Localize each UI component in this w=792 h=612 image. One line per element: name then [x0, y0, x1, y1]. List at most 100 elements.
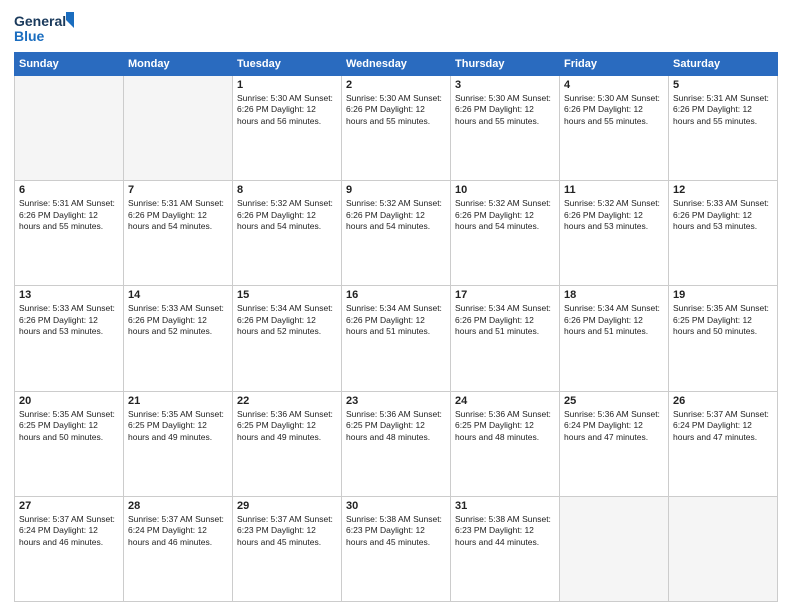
- day-detail: Sunrise: 5:37 AM Sunset: 6:24 PM Dayligh…: [673, 409, 773, 443]
- calendar-cell: 14 Sunrise: 5:33 AM Sunset: 6:26 PM Dayli…: [124, 286, 233, 391]
- day-detail: Sunrise: 5:32 AM Sunset: 6:26 PM Dayligh…: [346, 198, 446, 232]
- day-number: 14: [128, 289, 228, 301]
- calendar-table: SundayMondayTuesdayWednesdayThursdayFrid…: [14, 52, 778, 602]
- day-detail: Sunrise: 5:32 AM Sunset: 6:26 PM Dayligh…: [237, 198, 337, 232]
- calendar-cell: 3Sunrise: 5:30 AM Sunset: 6:26 PM Daylig…: [451, 76, 560, 181]
- day-number: 26: [673, 395, 773, 407]
- svg-text:Blue: Blue: [14, 28, 45, 44]
- calendar-cell: 2 Sunrise: 5:30 AM Sunset: 6:26 PM Daylig…: [342, 76, 451, 181]
- day-detail: Sunrise: 5:34 AM Sunset: 6:26 PM Dayligh…: [346, 303, 446, 337]
- calendar-cell: 13 Sunrise: 5:33 AM Sunset: 6:26 PM Dayli…: [15, 286, 124, 391]
- day-number: 30: [346, 500, 446, 512]
- day-number: 2: [346, 79, 446, 91]
- weekday-header-thursday: Thursday: [451, 53, 560, 76]
- day-number: 20: [19, 395, 119, 407]
- day-number: 3: [455, 79, 555, 91]
- day-detail: Sunrise: 5:32 AM Sunset: 6:26 PM Dayligh…: [455, 198, 555, 232]
- day-number: 18: [564, 289, 664, 301]
- calendar-body: 1Sunrise: 5:30 AM Sunset: 6:26 PM Daylig…: [15, 76, 778, 602]
- day-detail: Sunrise: 5:34 AM Sunset: 6:26 PM Dayligh…: [564, 303, 664, 337]
- calendar-cell: 4 Sunrise: 5:30 AM Sunset: 6:26 PM Daylig…: [560, 76, 669, 181]
- day-number: 16: [346, 289, 446, 301]
- day-number: 17: [455, 289, 555, 301]
- calendar-cell: [560, 496, 669, 601]
- day-number: 8: [237, 184, 337, 196]
- calendar-cell: 18 Sunrise: 5:34 AM Sunset: 6:26 PM Dayli…: [560, 286, 669, 391]
- day-number: 21: [128, 395, 228, 407]
- day-detail: Sunrise: 5:36 AM Sunset: 6:25 PM Dayligh…: [346, 409, 446, 443]
- calendar-header-row: SundayMondayTuesdayWednesdayThursdayFrid…: [15, 53, 778, 76]
- calendar-cell: 30Sunrise: 5:38 AM Sunset: 6:23 PM Dayli…: [342, 496, 451, 601]
- calendar-week-5: 27 Sunrise: 5:37 AM Sunset: 6:24 PM Dayli…: [15, 496, 778, 601]
- day-detail: Sunrise: 5:33 AM Sunset: 6:26 PM Dayligh…: [19, 303, 119, 337]
- day-number: 15: [237, 289, 337, 301]
- day-detail: Sunrise: 5:35 AM Sunset: 6:25 PM Dayligh…: [128, 409, 228, 443]
- weekday-header-tuesday: Tuesday: [233, 53, 342, 76]
- day-number: 9: [346, 184, 446, 196]
- day-number: 12: [673, 184, 773, 196]
- day-detail: Sunrise: 5:34 AM Sunset: 6:26 PM Dayligh…: [237, 303, 337, 337]
- calendar-cell: 8 Sunrise: 5:32 AM Sunset: 6:26 PM Daylig…: [233, 181, 342, 286]
- day-number: 5: [673, 79, 773, 91]
- calendar-cell: 9 Sunrise: 5:32 AM Sunset: 6:26 PM Daylig…: [342, 181, 451, 286]
- calendar-cell: [124, 76, 233, 181]
- day-detail: Sunrise: 5:30 AM Sunset: 6:26 PM Dayligh…: [346, 93, 446, 127]
- day-detail: Sunrise: 5:35 AM Sunset: 6:25 PM Dayligh…: [19, 409, 119, 443]
- calendar-cell: 5 Sunrise: 5:31 AM Sunset: 6:26 PM Daylig…: [669, 76, 778, 181]
- calendar-week-1: 1Sunrise: 5:30 AM Sunset: 6:26 PM Daylig…: [15, 76, 778, 181]
- calendar-cell: 17 Sunrise: 5:34 AM Sunset: 6:26 PM Dayli…: [451, 286, 560, 391]
- day-detail: Sunrise: 5:35 AM Sunset: 6:25 PM Dayligh…: [673, 303, 773, 337]
- day-number: 27: [19, 500, 119, 512]
- weekday-header-sunday: Sunday: [15, 53, 124, 76]
- day-detail: Sunrise: 5:37 AM Sunset: 6:24 PM Dayligh…: [128, 514, 228, 548]
- svg-text:General: General: [14, 13, 66, 29]
- calendar-cell: 20 Sunrise: 5:35 AM Sunset: 6:25 PM Dayli…: [15, 391, 124, 496]
- calendar-week-2: 6Sunrise: 5:31 AM Sunset: 6:26 PM Daylig…: [15, 181, 778, 286]
- day-detail: Sunrise: 5:36 AM Sunset: 6:25 PM Dayligh…: [237, 409, 337, 443]
- calendar-cell: 23 Sunrise: 5:36 AM Sunset: 6:25 PM Dayli…: [342, 391, 451, 496]
- day-detail: Sunrise: 5:33 AM Sunset: 6:26 PM Dayligh…: [673, 198, 773, 232]
- day-detail: Sunrise: 5:32 AM Sunset: 6:26 PM Dayligh…: [564, 198, 664, 232]
- calendar-cell: 6Sunrise: 5:31 AM Sunset: 6:26 PM Daylig…: [15, 181, 124, 286]
- day-number: 4: [564, 79, 664, 91]
- day-detail: Sunrise: 5:30 AM Sunset: 6:26 PM Dayligh…: [564, 93, 664, 127]
- calendar-cell: 12 Sunrise: 5:33 AM Sunset: 6:26 PM Dayli…: [669, 181, 778, 286]
- calendar-cell: [669, 496, 778, 601]
- day-detail: Sunrise: 5:31 AM Sunset: 6:26 PM Dayligh…: [19, 198, 119, 232]
- day-number: 29: [237, 500, 337, 512]
- calendar-cell: 21 Sunrise: 5:35 AM Sunset: 6:25 PM Dayli…: [124, 391, 233, 496]
- day-detail: Sunrise: 5:30 AM Sunset: 6:26 PM Dayligh…: [237, 93, 337, 127]
- calendar-cell: 7Sunrise: 5:31 AM Sunset: 6:26 PM Daylig…: [124, 181, 233, 286]
- day-number: 13: [19, 289, 119, 301]
- day-detail: Sunrise: 5:34 AM Sunset: 6:26 PM Dayligh…: [455, 303, 555, 337]
- logo: General Blue: [14, 10, 74, 46]
- calendar-week-4: 20 Sunrise: 5:35 AM Sunset: 6:25 PM Dayli…: [15, 391, 778, 496]
- day-number: 19: [673, 289, 773, 301]
- day-number: 28: [128, 500, 228, 512]
- calendar-cell: 24Sunrise: 5:36 AM Sunset: 6:25 PM Dayli…: [451, 391, 560, 496]
- calendar-cell: 16 Sunrise: 5:34 AM Sunset: 6:26 PM Dayli…: [342, 286, 451, 391]
- weekday-header-saturday: Saturday: [669, 53, 778, 76]
- day-detail: Sunrise: 5:31 AM Sunset: 6:26 PM Dayligh…: [128, 198, 228, 232]
- calendar-cell: 25Sunrise: 5:36 AM Sunset: 6:24 PM Dayli…: [560, 391, 669, 496]
- calendar-cell: 31 Sunrise: 5:38 AM Sunset: 6:23 PM Dayli…: [451, 496, 560, 601]
- calendar-cell: [15, 76, 124, 181]
- day-detail: Sunrise: 5:38 AM Sunset: 6:23 PM Dayligh…: [455, 514, 555, 548]
- day-number: 31: [455, 500, 555, 512]
- weekday-header-friday: Friday: [560, 53, 669, 76]
- day-number: 22: [237, 395, 337, 407]
- day-number: 25: [564, 395, 664, 407]
- day-number: 23: [346, 395, 446, 407]
- day-detail: Sunrise: 5:33 AM Sunset: 6:26 PM Dayligh…: [128, 303, 228, 337]
- page-header: General Blue: [14, 10, 778, 46]
- calendar-cell: 11Sunrise: 5:32 AM Sunset: 6:26 PM Dayli…: [560, 181, 669, 286]
- day-detail: Sunrise: 5:31 AM Sunset: 6:26 PM Dayligh…: [673, 93, 773, 127]
- calendar-cell: 26 Sunrise: 5:37 AM Sunset: 6:24 PM Dayli…: [669, 391, 778, 496]
- calendar-cell: 29Sunrise: 5:37 AM Sunset: 6:23 PM Dayli…: [233, 496, 342, 601]
- calendar-cell: 15 Sunrise: 5:34 AM Sunset: 6:26 PM Dayli…: [233, 286, 342, 391]
- day-number: 10: [455, 184, 555, 196]
- calendar-cell: 19 Sunrise: 5:35 AM Sunset: 6:25 PM Dayli…: [669, 286, 778, 391]
- calendar-cell: 10 Sunrise: 5:32 AM Sunset: 6:26 PM Dayli…: [451, 181, 560, 286]
- calendar-week-3: 13 Sunrise: 5:33 AM Sunset: 6:26 PM Dayli…: [15, 286, 778, 391]
- calendar-cell: 28 Sunrise: 5:37 AM Sunset: 6:24 PM Dayli…: [124, 496, 233, 601]
